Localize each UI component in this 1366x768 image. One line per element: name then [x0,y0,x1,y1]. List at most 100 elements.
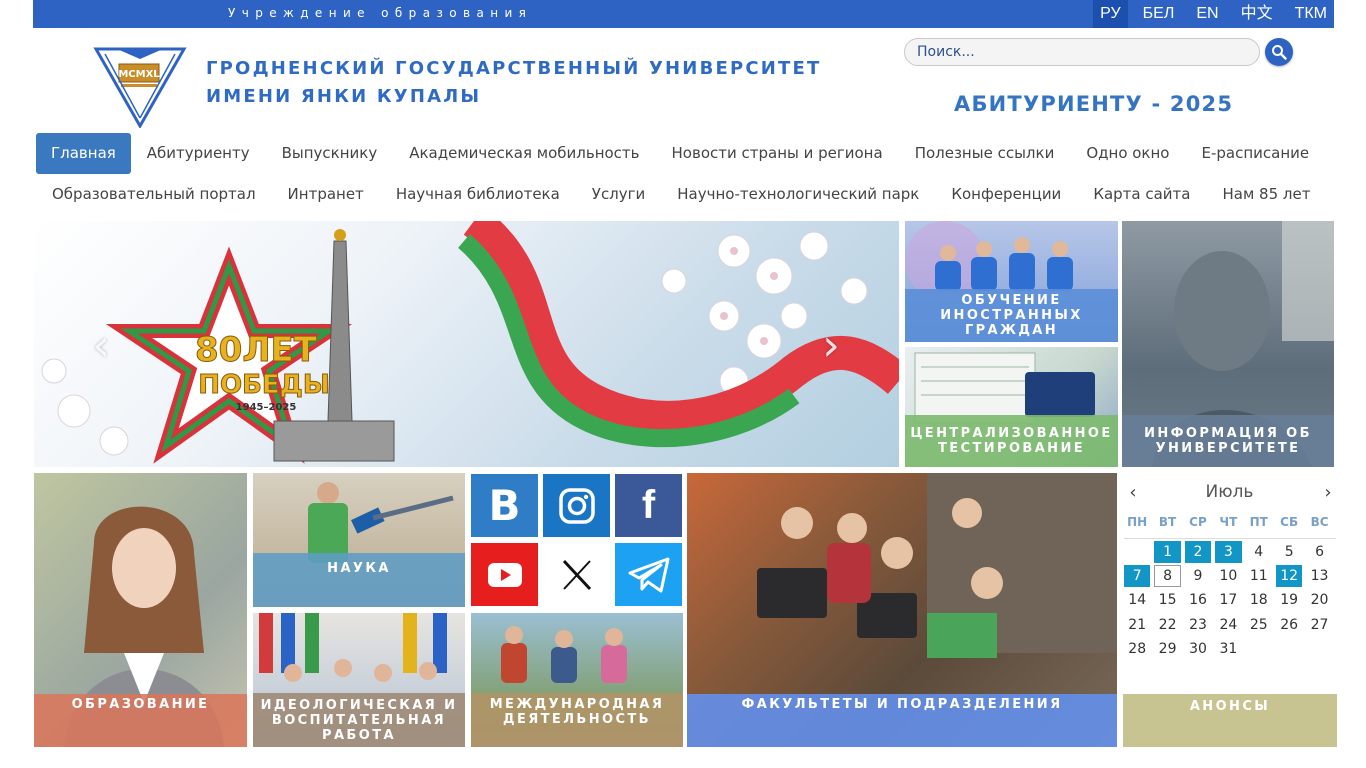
calendar-day[interactable]: 1 [1154,541,1181,564]
nav-intranet[interactable]: Интранет [272,174,380,215]
slider-next-button[interactable]: › [816,324,846,368]
tile-announcements[interactable]: АНОНСЫ [1123,694,1337,747]
lang-tk[interactable]: ТКМ [1288,0,1334,28]
calendar-day[interactable]: 22 [1154,614,1180,636]
abiturient-banner-link[interactable]: АБИТУРИЕНТУ - 2025 [954,92,1233,116]
tile-international[interactable]: МЕЖДУНАРОДНАЯ ДЕЯТЕЛЬНОСТЬ [471,613,683,747]
nav-services[interactable]: Услуги [576,174,661,215]
calendar-day[interactable]: 27 [1306,614,1332,636]
calendar-day[interactable]: 24 [1215,614,1241,636]
tile-international-caption: МЕЖДУНАРОДНАЯ ДЕЯТЕЛЬНОСТЬ [471,693,683,747]
tile-faculties[interactable]: ФАКУЛЬТЕТЫ И ПОДРАЗДЕЛЕНИЯ [687,473,1117,747]
slider-image: 80ЛЕТ ПОБЕДЫ 1945–2025 [41,221,899,464]
facebook-link[interactable]: f [615,474,682,537]
nav-conferences[interactable]: Конференции [935,174,1077,215]
calendar-day[interactable]: 19 [1276,589,1302,611]
calendar-day[interactable]: 12 [1275,565,1303,588]
nav-news-region[interactable]: Новости страны и региона [656,133,899,174]
calendar-day[interactable]: 6 [1306,541,1332,563]
calendar-weekday: ПН [1127,515,1148,529]
calendar-header: ‹ Июль › [1122,482,1337,504]
nav-sitemap[interactable]: Карта сайта [1077,174,1206,215]
nav-edu-portal[interactable]: Образовательный портал [36,174,272,215]
nav-one-window[interactable]: Одно окно [1070,133,1185,174]
calendar-month: Июль [1205,482,1254,502]
search-input[interactable] [905,39,1259,65]
nav-e-schedule[interactable]: Е-расписание [1185,133,1325,174]
calendar-day[interactable]: 14 [1124,589,1150,611]
nav-home[interactable]: Главная [36,133,131,174]
calendar-day[interactable]: 29 [1154,638,1180,660]
calendar-day[interactable]: 13 [1306,565,1332,587]
instagram-link[interactable] [543,474,610,537]
calendar-day[interactable]: 3 [1215,541,1242,564]
lang-be[interactable]: БЕЛ [1136,0,1182,28]
nav-85-years[interactable]: Нам 85 лет [1207,174,1327,215]
calendar-weekday: ПТ [1249,515,1268,529]
telegram-icon [628,557,669,592]
calendar-day[interactable]: 30 [1185,638,1211,660]
tile-education[interactable]: ОБРАЗОВАНИЕ [34,473,247,747]
tile-university-info[interactable]: ИНФОРМАЦИЯ ОБ УНИВЕРСИТЕТЕ [1122,221,1334,467]
org-type-label: Учреждение образования [228,6,533,20]
tile-science-caption: НАУКА [253,553,465,607]
calendar-day[interactable]: 18 [1246,589,1272,611]
tile-ideology-caption: ИДЕОЛОГИЧЕСКАЯ И ВОСПИТАТЕЛЬНАЯ РАБОТА [253,693,465,747]
search-box [904,38,1260,66]
tile-info-caption: ИНФОРМАЦИЯ ОБ УНИВЕРСИТЕТЕ [1122,415,1334,467]
tile-testing[interactable]: ЦЕНТРАЛИЗОВАННОЕ ТЕСТИРОВАНИЕ [905,347,1118,467]
calendar-day[interactable]: 5 [1276,541,1302,563]
university-name[interactable]: ГРОДНЕНСКИЙ ГОСУДАРСТВЕННЫЙ УНИВЕРСИТЕТ … [206,55,822,111]
vk-link[interactable]: В [471,474,538,537]
tile-science[interactable]: НАУКА [253,473,465,607]
calendar-day[interactable]: 25 [1246,614,1272,636]
calendar-day[interactable]: 9 [1185,565,1211,587]
nav-library[interactable]: Научная библиотека [380,174,576,215]
calendar-day[interactable]: 21 [1124,614,1150,636]
calendar-day[interactable]: 2 [1184,541,1212,564]
calendar-day[interactable]: 26 [1276,614,1302,636]
calendar-day[interactable]: 16 [1185,589,1211,611]
calendar-days: 1 2 3 4 5 6 7 8 9 10 11 12 13 14 15 16 17 18 19 20 21 22 23 24 2… [1122,540,1337,661]
calendar-weekday: СР [1189,515,1207,529]
tile-foreign-students[interactable]: ОБУЧЕНИЕ ИНОСТРАННЫХ ГРАЖДАН [905,221,1118,342]
tile-faculties-caption: ФАКУЛЬТЕТЫ И ПОДРАЗДЕЛЕНИЯ [687,694,1117,747]
calendar-next-button[interactable]: › [1319,482,1337,504]
nav-academic-mobility[interactable]: Академическая мобильность [393,133,655,174]
lang-ru[interactable]: РУ [1093,0,1128,28]
x-link[interactable] [543,543,610,606]
nav-useful-links[interactable]: Полезные ссылки [899,133,1071,174]
telegram-link[interactable] [615,543,682,606]
main-nav-row-2: Образовательный портал Интранет Научная … [36,174,1326,215]
youtube-icon [487,562,522,587]
calendar-day[interactable]: 11 [1246,565,1272,587]
hero-slider[interactable]: 80ЛЕТ ПОБЕДЫ 1945–2025 ‹ › [34,221,899,467]
calendar-day[interactable]: 20 [1306,589,1332,611]
language-switcher: РУ БЕЛ EN 中文 ТКМ [1085,0,1334,28]
search-button[interactable] [1265,38,1293,66]
chevron-right-icon: › [1324,482,1332,503]
calendar-day[interactable]: 15 [1154,589,1180,611]
slider-emblem-years: 1945–2025 [236,402,297,413]
nav-graduate[interactable]: Выпускнику [266,133,394,174]
slider-prev-button[interactable]: ‹ [86,324,116,368]
lang-en[interactable]: EN [1189,0,1225,28]
calendar-divider [1124,538,1336,539]
calendar-day[interactable]: 31 [1215,638,1241,660]
calendar-day[interactable]: 23 [1185,614,1211,636]
university-logo[interactable]: MCMXL [93,46,187,130]
calendar-day[interactable]: 8 [1154,565,1181,588]
youtube-link[interactable] [471,543,538,606]
tile-ideology[interactable]: ИДЕОЛОГИЧЕСКАЯ И ВОСПИТАТЕЛЬНАЯ РАБОТА [253,613,465,747]
calendar-day[interactable]: 7 [1124,565,1151,588]
calendar-weekday: СБ [1280,515,1299,529]
calendar-day[interactable]: 17 [1215,589,1241,611]
calendar-day[interactable]: 4 [1246,541,1272,563]
calendar-empty-cell [1122,540,1152,564]
calendar-day[interactable]: 28 [1124,638,1150,660]
lang-zh[interactable]: 中文 [1234,0,1280,28]
nav-tech-park[interactable]: Научно-технологический парк [661,174,935,215]
calendar-day[interactable]: 10 [1215,565,1241,587]
calendar-weekday: ЧТ [1219,515,1238,529]
nav-abiturient[interactable]: Абитуриенту [131,133,266,174]
